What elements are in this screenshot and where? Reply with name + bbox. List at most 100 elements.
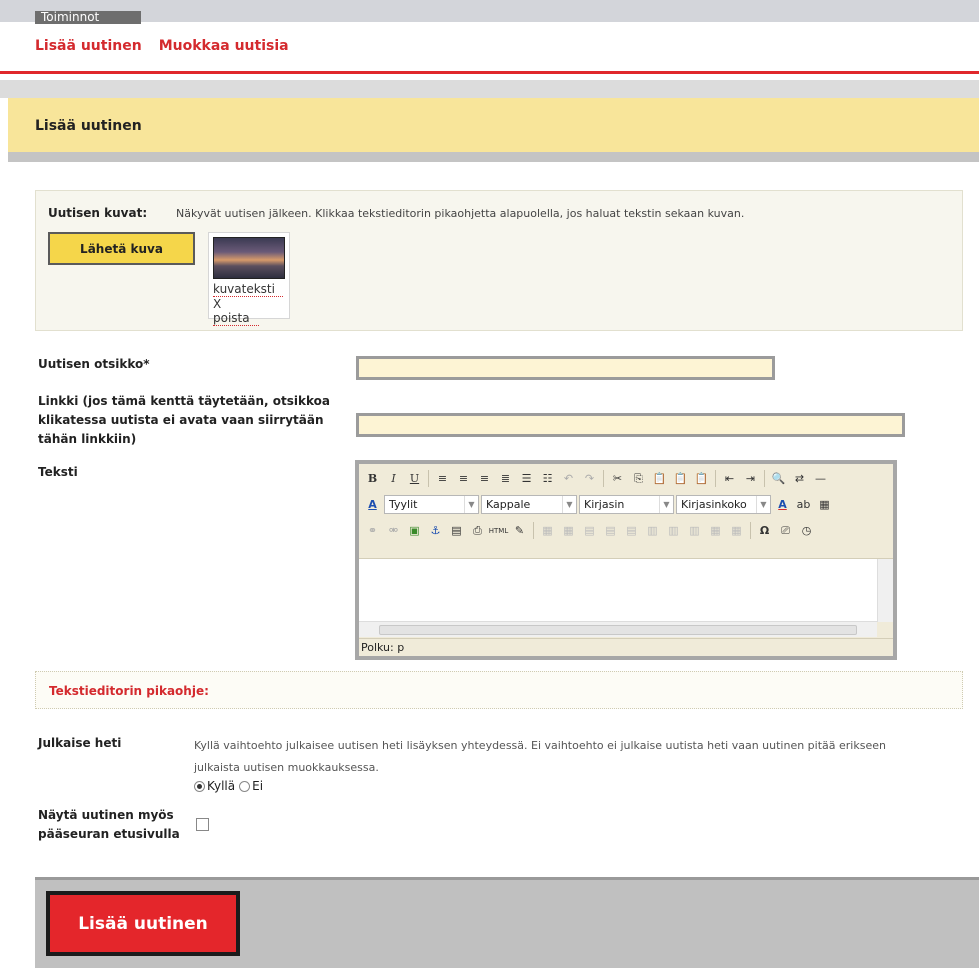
font-size-select[interactable]: Kirjasinkoko ▼ — [676, 495, 771, 514]
delete-row-icon[interactable]: ▤ — [622, 521, 641, 540]
chevron-down-icon: ▼ — [562, 496, 576, 513]
image-icon[interactable]: ▣ — [405, 521, 424, 540]
toolbar-separator — [715, 470, 716, 487]
chevron-down-icon: ▼ — [464, 496, 478, 513]
media-icon[interactable]: ▤ — [447, 521, 466, 540]
upload-image-button[interactable]: Lähetä kuva — [48, 232, 195, 265]
replace-icon[interactable]: ⇄ — [790, 469, 809, 488]
text-label: Teksti — [38, 465, 78, 479]
publish-label: Julkaise heti — [38, 736, 122, 750]
link-input[interactable] — [356, 413, 905, 437]
highlight-icon[interactable]: ab — [794, 495, 813, 514]
numbered-list-icon[interactable]: ☷ — [538, 469, 557, 488]
split-cells-icon[interactable]: ▦ — [706, 521, 725, 540]
page-title: Lisää uutinen — [35, 118, 142, 134]
html-icon[interactable]: HTML — [489, 521, 508, 540]
editor-path-bar: Polku: p — [359, 638, 893, 656]
time-icon[interactable]: ◷ — [797, 521, 816, 540]
toolbar-separator — [764, 470, 765, 487]
underline-icon[interactable]: U — [405, 469, 424, 488]
publish-no-label[interactable]: Ei — [252, 779, 263, 793]
frontpage-checkbox[interactable] — [196, 818, 209, 831]
row-after-icon[interactable]: ▤ — [601, 521, 620, 540]
indent-icon[interactable]: ⇥ — [741, 469, 760, 488]
redo-icon[interactable]: ↷ — [580, 469, 599, 488]
font-select[interactable]: Kirjasin ▼ — [579, 495, 674, 514]
editor-content-area[interactable] — [359, 558, 893, 622]
bullet-list-icon[interactable]: ☰ — [517, 469, 536, 488]
horizontal-scrollbar[interactable] — [359, 621, 877, 637]
col-after-icon[interactable]: ▥ — [664, 521, 683, 540]
publish-yes-label[interactable]: Kyllä — [207, 779, 235, 793]
images-label: Uutisen kuvat: — [48, 206, 148, 220]
vertical-scrollbar[interactable] — [877, 559, 893, 622]
styles-select[interactable]: Tyylit ▼ — [384, 495, 479, 514]
images-note: Näkyvät uutisen jälkeen. Klikkaa tekstie… — [176, 207, 745, 220]
divider — [8, 152, 979, 162]
sub-navigation: Lisää uutinen Muokkaa uutisia — [35, 38, 289, 58]
find-icon[interactable]: 🔍 — [769, 469, 788, 488]
toolbar-separator — [750, 522, 751, 539]
cut-icon[interactable]: ✂ — [608, 469, 627, 488]
actions-tab[interactable]: Toiminnot — [35, 11, 141, 24]
frontpage-label: Näytä uutinen myös pääseuran etusivulla — [38, 808, 180, 841]
table-props-icon[interactable]: ▦ — [559, 521, 578, 540]
paste-word-icon[interactable]: 📋 — [692, 469, 711, 488]
link-label: Linkki (jos tämä kenttä täytetään, otsik… — [38, 394, 331, 446]
edit-icon[interactable]: ✎ — [510, 521, 529, 540]
scrollbar-thumb[interactable] — [379, 625, 857, 635]
publish-no-radio[interactable] — [239, 780, 251, 792]
add-news-submit-button[interactable]: Lisää uutinen — [46, 891, 240, 956]
chevron-down-icon: ▼ — [659, 496, 673, 513]
print-icon[interactable]: ⎙ — [468, 521, 487, 540]
link-icon[interactable]: ⚭ — [363, 521, 382, 540]
italic-icon[interactable]: I — [384, 469, 403, 488]
format-select[interactable]: Kappale ▼ — [481, 495, 577, 514]
toolbar-separator — [533, 522, 534, 539]
editor-toolbar-row-3: ⚭ ⚮ ▣ ⚓ ▤ ⎙ HTML ✎ ▦ ▦ ▤ ▤ ▤ ▥ ▥ ▥ ▦ ▦ Ω… — [363, 519, 816, 542]
top-bar: Toiminnot — [0, 0, 979, 24]
align-right-icon[interactable]: ≡ — [475, 469, 494, 488]
sunset-thumbnail-image[interactable] — [213, 237, 285, 279]
delete-col-icon[interactable]: ▥ — [685, 521, 704, 540]
publish-yes-radio[interactable] — [194, 780, 205, 792]
undo-icon[interactable]: ↶ — [559, 469, 578, 488]
editor-help-title[interactable]: Tekstieditorin pikaohje: — [49, 684, 209, 698]
preview-icon[interactable]: ⎚ — [776, 521, 795, 540]
styles-icon[interactable]: A — [363, 495, 382, 514]
justify-icon[interactable]: ≣ — [496, 469, 515, 488]
bold-icon[interactable]: B — [363, 469, 382, 488]
copy-icon[interactable]: ⎘ — [629, 469, 648, 488]
outdent-icon[interactable]: ⇤ — [720, 469, 739, 488]
col-before-icon[interactable]: ▥ — [643, 521, 662, 540]
special-char-icon[interactable]: Ω — [755, 521, 774, 540]
page-header: Lisää uutinen — [8, 98, 979, 152]
remove-image-link[interactable]: X poista — [213, 297, 259, 326]
news-title-input[interactable] — [356, 356, 775, 380]
calendar-icon[interactable]: ▦ — [815, 495, 834, 514]
align-center-icon[interactable]: ≡ — [454, 469, 473, 488]
image-caption-link[interactable]: kuvateksti — [213, 282, 283, 297]
editor-help-box[interactable]: Tekstieditorin pikaohje: — [35, 671, 963, 709]
edit-news-link[interactable]: Muokkaa uutisia — [159, 38, 289, 58]
add-news-link[interactable]: Lisää uutinen — [35, 38, 142, 58]
publish-options: Kyllä Ei — [194, 779, 263, 793]
divider — [0, 80, 979, 98]
merge-cells-icon[interactable]: ▦ — [727, 521, 746, 540]
toolbar-separator — [603, 470, 604, 487]
row-before-icon[interactable]: ▤ — [580, 521, 599, 540]
paste-text-icon[interactable]: 📋 — [671, 469, 690, 488]
text-color-icon[interactable]: A — [773, 495, 792, 514]
editor-toolbar-row-2: A Tyylit ▼ Kappale ▼ Kirjasin ▼ Kirjasinkok… — [363, 493, 834, 516]
table-icon[interactable]: ▦ — [538, 521, 557, 540]
unlink-icon[interactable]: ⚮ — [384, 521, 403, 540]
publish-description: Kyllä vaihtoehto julkaisee uutisen heti … — [194, 739, 886, 774]
news-title-label: Uutisen otsikko* — [38, 357, 150, 371]
align-left-icon[interactable]: ≡ — [433, 469, 452, 488]
toolbar-separator — [428, 470, 429, 487]
chevron-down-icon: ▼ — [756, 496, 770, 513]
rich-text-editor: B I U ≡ ≡ ≡ ≣ ☰ ☷ ↶ ↷ ✂ ⎘ 📋 📋 📋 ⇤ ⇥ 🔍 ⇄ … — [355, 460, 897, 660]
horizontal-rule-icon[interactable]: — — [811, 469, 830, 488]
anchor-icon[interactable]: ⚓ — [426, 521, 445, 540]
paste-icon[interactable]: 📋 — [650, 469, 669, 488]
